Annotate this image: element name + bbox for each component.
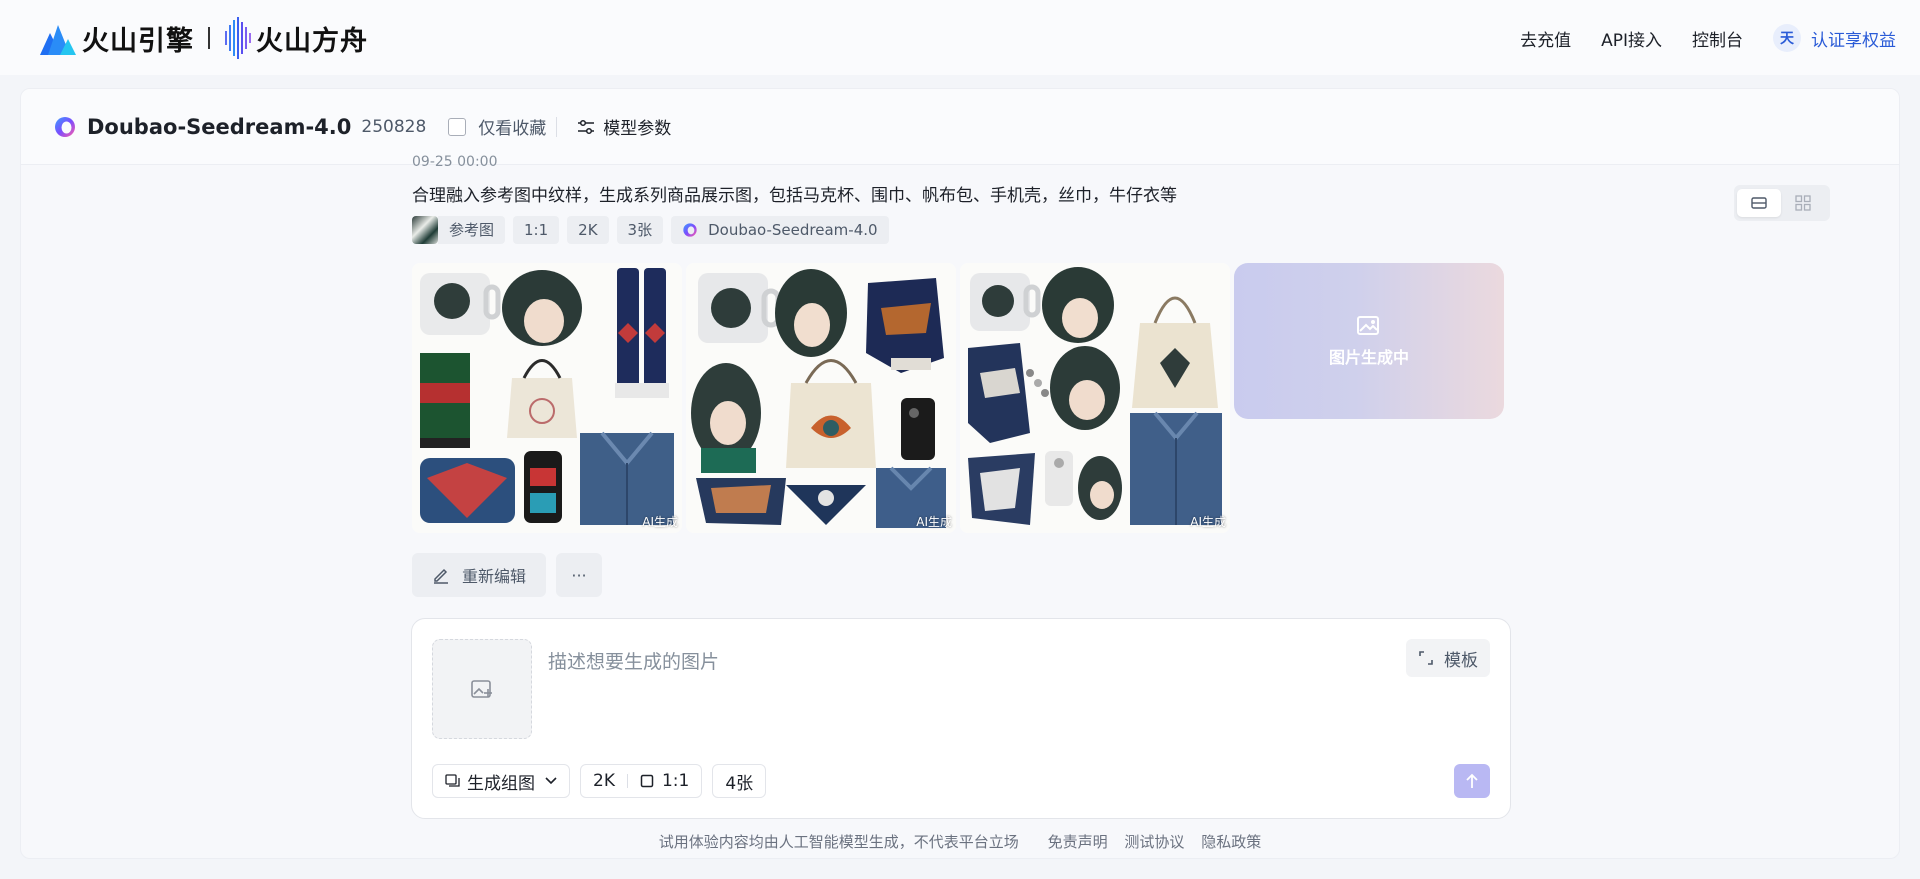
footer-link-privacy[interactable]: 隐私政策 (1201, 833, 1261, 851)
record-timestamp: 09-25 00:00 (412, 155, 498, 167)
generation-options: 生成组图 2K 1:1 4张 (432, 764, 776, 798)
footer-link-disclaimer[interactable]: 免责声明 (1048, 833, 1108, 851)
generated-image[interactable]: AI生成 (960, 263, 1230, 533)
model-version: 250828 (361, 116, 427, 137)
add-image-icon (471, 680, 492, 698)
nav-recharge[interactable]: 去充值 (1520, 26, 1571, 51)
tag-ratio: 1:1 (513, 216, 560, 244)
product-collage-image (960, 263, 1230, 533)
tag-count: 3张 (616, 216, 664, 244)
generation-mode-label: 生成组图 (467, 773, 535, 794)
ai-generated-label: AI生成 (1190, 515, 1226, 529)
header-divider (556, 116, 558, 137)
record-prompt: 合理融入参考图中纹样，生成系列商品展示图，包括马克杯、围巾、帆布包、手机壳，丝巾… (412, 186, 1177, 206)
tag-reference: 参考图 (438, 216, 506, 244)
model-params-label: 模型参数 (603, 119, 672, 139)
list-view-button[interactable] (1737, 189, 1781, 217)
model-params-button[interactable]: 模型参数 (577, 114, 671, 139)
chevron-down-icon (545, 777, 557, 785)
image-count-select[interactable]: 4张 (712, 764, 767, 798)
product-collage-image (686, 263, 956, 533)
brand[interactable]: 火山引擎 火山方舟 (40, 14, 368, 62)
tag-resolution: 2K (567, 216, 609, 244)
template-label: 模板 (1444, 650, 1478, 671)
send-button[interactable] (1454, 764, 1490, 798)
top-navbar: 火山引擎 火山方舟 去充值 API接入 控制台 天 认证享权益 (0, 0, 1920, 75)
tag-model-label: Doubao-Seedream-4.0 (708, 221, 878, 239)
footer: 试用体验内容均由人工智能模型生成，不代表平台立场 免责声明 测试协议 隐私政策 (21, 831, 1899, 852)
model-header: Doubao-Seedream-4.0 250828 仅看收藏 模型参数 (21, 89, 1899, 165)
ai-generated-label: AI生成 (916, 515, 952, 529)
image-generating-placeholder: 图片生成中 (1234, 263, 1504, 419)
reference-image-thumb[interactable] (412, 216, 438, 244)
ratio-value: 1:1 (661, 771, 690, 791)
product-collage-image (412, 263, 682, 533)
template-button[interactable]: 模板 (1406, 639, 1490, 677)
image-generating-icon (1357, 316, 1379, 335)
expand-icon (1419, 651, 1433, 665)
playground-panel: Doubao-Seedream-4.0 250828 仅看收藏 模型参数 09-… (20, 88, 1900, 859)
favorites-only-checkbox[interactable]: 仅看收藏 (448, 114, 546, 139)
grid-view-icon (1795, 195, 1811, 211)
sliders-icon (578, 119, 595, 134)
model-name: Doubao-Seedream-4.0 (87, 114, 352, 139)
favorites-only-label: 仅看收藏 (478, 119, 547, 139)
brand-ark: 火山方舟 (256, 25, 368, 57)
grid-view-button[interactable] (1781, 189, 1825, 217)
image-set-icon (445, 774, 460, 787)
more-actions-button[interactable]: ··· (556, 553, 603, 597)
record-tags: 参考图 1:1 2K 3张 Doubao-Seedream-4.0 (412, 216, 889, 244)
option-divider (626, 774, 628, 788)
generated-image[interactable]: AI生成 (412, 263, 682, 533)
doubao-logo-icon (55, 116, 75, 137)
checkbox-box[interactable] (448, 117, 467, 136)
volcengine-logo-icon (40, 25, 76, 55)
footer-link-test-agreement[interactable]: 测试协议 (1124, 833, 1184, 851)
upload-reference-image-button[interactable] (432, 639, 532, 739)
brand-volcengine: 火山引擎 (82, 25, 194, 57)
nav-api-access[interactable]: API接入 (1601, 26, 1662, 51)
doubao-logo-icon (683, 223, 697, 237)
re-edit-label: 重新编辑 (462, 567, 527, 586)
arrow-up-icon (1466, 773, 1478, 788)
record-actions: 重新编辑 ··· (412, 553, 603, 597)
generated-images: AI生成 AI生成 AI生成 图片生成中 (412, 263, 1504, 533)
footer-disclaimer: 试用体验内容均由人工智能模型生成，不代表平台立场 (658, 833, 1019, 851)
nav-certify-benefits[interactable]: 认证享权益 (1811, 26, 1896, 51)
ark-logo-icon (225, 17, 251, 59)
prompt-composer: 描述想要生成的图片 模板 生成组图 2K 1:1 4张 (411, 618, 1511, 819)
ai-generated-label: AI生成 (642, 515, 678, 529)
generation-mode-select[interactable]: 生成组图 (432, 764, 570, 798)
top-nav: 去充值 API接入 控制台 天 认证享权益 (1490, 22, 1896, 54)
re-edit-button[interactable]: 重新编辑 (412, 553, 547, 597)
image-generating-label: 图片生成中 (1328, 348, 1409, 367)
list-view-icon (1751, 197, 1767, 209)
view-toggle (1734, 185, 1830, 221)
avatar[interactable]: 天 (1773, 24, 1801, 52)
resolution-value: 2K (593, 771, 615, 791)
pencil-icon (434, 568, 448, 584)
resolution-ratio-select[interactable]: 2K 1:1 (580, 764, 703, 798)
tag-model: Doubao-Seedream-4.0 (671, 216, 889, 244)
generated-image[interactable]: AI生成 (686, 263, 956, 533)
nav-console[interactable]: 控制台 (1692, 26, 1743, 51)
brand-divider (208, 27, 210, 49)
prompt-input[interactable]: 描述想要生成的图片 (548, 647, 719, 674)
aspect-ratio-icon (640, 774, 654, 788)
